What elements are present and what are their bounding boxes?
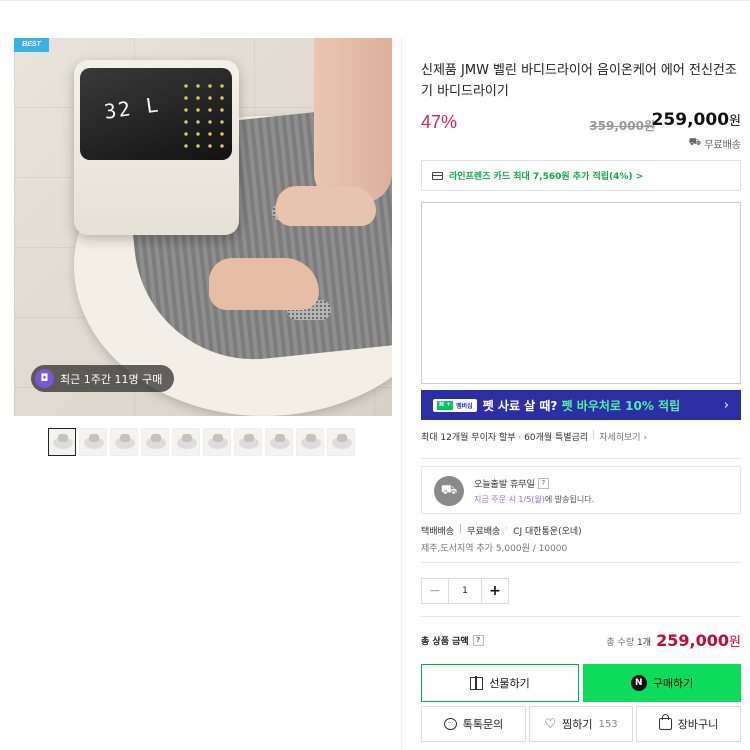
talk-label: 톡톡문의 [462,718,504,731]
foot [276,186,376,226]
buy-button[interactable]: N 구매하기 [583,664,741,702]
section-divider [421,458,741,459]
leg [314,38,392,203]
main-product-image[interactable]: BEST 32 L ◘ 최근 1주간 11명 구매 [14,38,392,416]
banner-text: 펫 사료 살 때? 펫 바우처로 10% 적립 [483,397,680,414]
shopping-bag-icon [658,714,672,730]
option-area [421,202,741,384]
thumbnail[interactable] [296,428,324,456]
thumbnail[interactable] [110,428,138,456]
section-divider [421,562,741,563]
naver-pay-icon: N [630,675,647,691]
thumbnail[interactable] [48,428,76,456]
ship-date: 지금 주문 시 1/5(월) [474,495,545,504]
recent-purchase-text: 최근 1주간 11명 구매 [60,372,163,386]
wish-label: 찜하기 [562,718,593,731]
control-screen: 32 L [80,68,232,160]
truck-icon: ⛟ [688,137,702,148]
ship-title: 오늘출발 휴무일 ? [474,477,549,490]
temperature-readout: 32 L [102,92,162,124]
delivery-fee: 무료배송 [467,527,501,537]
card-benefit-link[interactable]: 라인프렌즈 카드 최대 7,560원 추가 적립(4%) > [421,160,741,191]
wish-count: 153 [598,718,618,730]
sale-price-value: 259,000 [651,110,730,130]
total-count-label: 총 수량 [606,638,635,648]
original-price: 359,000원 [589,119,655,133]
increase-button[interactable]: + [481,579,508,603]
thumbnail[interactable] [265,428,293,456]
extra-fee-note: 제주,도서지역 추가 5,000원 / 10000 [421,544,568,554]
cart-button[interactable]: 장바구니 [636,706,741,742]
membership-banner[interactable]: N + 멤버십 펫 사료 살 때? 펫 바우처로 10% 적립 › [421,390,741,420]
separator: | [459,524,463,534]
cart-label: 장바구니 [677,718,719,731]
thumbnail[interactable] [79,428,107,456]
shipping-box: ⛟ 오늘출발 휴무일 ? 지금 주문 시 1/5(월)에 발송됩니다. [421,466,741,514]
thumbnail[interactable] [172,428,200,456]
total-label-text: 총 상품 금액 [421,637,469,647]
total-quantity: 총 수량 1개 [606,635,651,648]
help-icon[interactable]: ? [472,635,484,646]
heart-icon: ♡ [544,716,557,732]
separator: | [592,430,596,440]
thumbnail-strip [14,428,392,456]
thumbnail[interactable] [234,428,262,456]
delivery-truck-icon: ⛟ [434,476,464,506]
buy-label: 구매하기 [652,677,694,690]
wishlist-button[interactable]: ♡ 찜하기 153 [529,706,633,742]
naver-plus-icon: N + [437,400,454,410]
indicator-leds [180,80,226,150]
foot [209,258,319,310]
separator: · [505,524,509,534]
banner-highlight: 펫 바우처로 10% 적립 [561,398,681,413]
shipping-note: ⛟ 무료배송 [689,136,741,151]
ship-title-text: 오늘출발 휴무일 [474,480,535,490]
discount-rate: 47% [421,112,458,132]
talk-inquiry-button[interactable]: ··· 톡톡문의 [421,706,526,742]
membership-badge: N + 멤버십 [433,398,477,412]
quantity-stepper: − 1 + [421,578,509,604]
delivery-carrier: CJ 대한통운(오네) [513,527,582,537]
delivery-method: 택배배송 | 무료배송 · CJ 대한통운(오네) [421,524,582,537]
gift-icon [470,675,484,690]
price-unit: 원 [729,114,741,129]
ship-date-rest: 에 발송됩니다. [544,495,595,504]
gift-label: 선물하기 [489,677,530,690]
thumbnail[interactable] [203,428,231,456]
best-badge: BEST [14,38,49,52]
product-title: 신제품 JMW 벨린 바디드라이어 음이온케어 에어 전신건조기 바디드라이기 [421,63,737,99]
banner-question: 펫 사료 살 때? [482,398,558,413]
vertical-divider [401,38,402,750]
shipping-text: 무료배송 [704,140,741,151]
membership-label: 멤버십 [456,402,473,410]
card-benefit-text: 라인프렌즈 카드 최대 7,560원 추가 적립(4%) > [449,172,644,182]
chevron-right-icon: › [723,397,729,413]
chat-bubble-icon: ··· [443,718,457,730]
credit-card-icon [432,171,443,180]
total-price-value: 259,000 [656,631,730,650]
installment-info: 최대 12개월 무이자 할부 · 60개월 특별금리 | 자세히보기 › [421,430,647,443]
gift-button[interactable]: 선물하기 [421,664,579,702]
thumbnail[interactable] [327,428,355,456]
total-price-unit: 원 [729,635,741,650]
installment-text: 최대 12개월 무이자 할부 · 60개월 특별금리 [421,433,589,443]
details-link[interactable]: 자세히보기 › [599,430,647,443]
total-count-value: 1개 [636,638,651,648]
sale-price: 259,000원 [652,110,741,130]
ship-schedule: 지금 주문 시 1/5(월)에 발송됩니다. [474,494,594,505]
total-label: 총 상품 금액 ? [421,634,484,647]
decrease-button[interactable]: − [422,579,449,603]
control-panel: 32 L [74,60,239,235]
product-gallery: BEST 32 L ◘ 최근 1주간 11명 구매 [14,38,392,456]
thumbnail[interactable] [141,428,169,456]
section-divider [421,616,741,617]
total-price: 259,000원 [656,631,741,650]
top-divider [0,0,750,1]
shopping-bag-icon: ◘ [35,369,54,388]
quantity-value[interactable]: 1 [449,579,481,603]
recent-purchase-badge: ◘ 최근 1주간 11명 구매 [31,365,175,392]
delivery-type: 택배배송 [421,527,455,537]
help-icon[interactable]: ? [537,478,549,489]
